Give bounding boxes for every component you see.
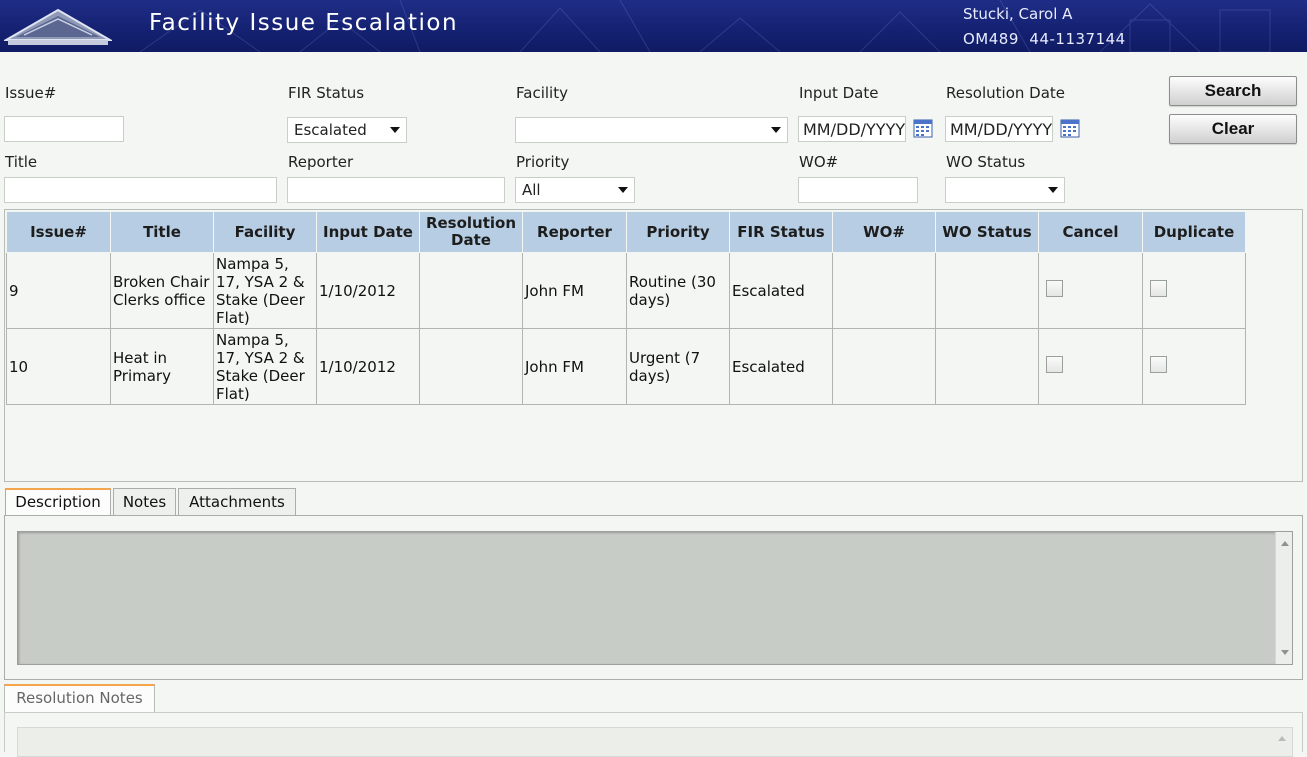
resolution-notes-textarea[interactable] <box>17 727 1293 757</box>
column-header-wo-status[interactable]: WO Status <box>935 211 1039 253</box>
cell-issue: 10 <box>6 328 111 405</box>
cell-fir-status: Escalated <box>729 328 833 405</box>
tab-attachments[interactable]: Attachments <box>178 488 296 517</box>
chevron-down-icon <box>771 127 781 133</box>
input-date-label: Input Date <box>799 84 879 102</box>
cell-wo-number <box>832 252 936 329</box>
wo-status-select[interactable] <box>945 177 1065 203</box>
duplicate-checkbox[interactable] <box>1150 356 1167 373</box>
facility-select[interactable] <box>515 117 788 143</box>
chevron-down-icon <box>618 187 628 193</box>
cell-duplicate <box>1142 328 1246 405</box>
fir-status-select[interactable]: Escalated <box>287 117 407 143</box>
description-textarea[interactable] <box>17 531 1293 665</box>
column-header-input-date[interactable]: Input Date <box>316 211 420 253</box>
tab-notes[interactable]: Notes <box>113 488 176 517</box>
cell-reporter: John FM <box>522 252 627 329</box>
title-label: Title <box>5 153 38 171</box>
cell-wo-status <box>935 328 1039 405</box>
wo-number-label: WO# <box>799 153 839 171</box>
reporter-label: Reporter <box>288 153 354 171</box>
cell-issue: 9 <box>6 252 111 329</box>
table-header-row: Issue# Title Facility Input Date Resolut… <box>6 211 1246 253</box>
scroll-up-icon[interactable] <box>1281 541 1289 546</box>
cell-wo-number <box>832 328 936 405</box>
column-header-wo-number[interactable]: WO# <box>832 211 936 253</box>
temple-roof-logo <box>4 8 112 45</box>
column-header-facility[interactable]: Facility <box>213 211 317 253</box>
column-header-fir-status[interactable]: FIR Status <box>729 211 833 253</box>
cell-priority: Urgent (7 days) <box>626 328 730 405</box>
table-row[interactable]: 9 Broken Chair Clerks office Nampa 5, 17… <box>6 252 1246 329</box>
issue-table: Issue# Title Facility Input Date Resolut… <box>6 211 1246 405</box>
description-panel <box>4 515 1303 680</box>
tab-description[interactable]: Description <box>5 488 111 517</box>
app-header: Facility Issue Escalation Stucki, Carol … <box>0 0 1307 52</box>
scroll-down-icon[interactable] <box>1281 650 1289 655</box>
page-title: Facility Issue Escalation <box>149 10 459 36</box>
priority-label: Priority <box>516 153 570 171</box>
priority-select[interactable]: All <box>515 177 635 203</box>
input-date-field[interactable]: MM/DD/YYYY <box>798 116 906 142</box>
issue-results-grid: Issue# Title Facility Input Date Resolut… <box>4 209 1303 482</box>
facility-label: Facility <box>516 84 568 102</box>
user-name: Stucki, Carol A <box>963 5 1073 23</box>
user-unit-code: OM489 44-1137144 <box>963 30 1126 48</box>
cell-cancel <box>1038 252 1143 329</box>
column-header-title[interactable]: Title <box>110 211 214 253</box>
wo-number-input[interactable] <box>798 177 918 203</box>
resolution-notes-panel <box>4 712 1303 757</box>
table-row[interactable]: 10 Heat in Primary Nampa 5, 17, YSA 2 & … <box>6 328 1246 405</box>
scroll-up-icon[interactable] <box>1278 736 1286 741</box>
cancel-checkbox[interactable] <box>1046 280 1063 297</box>
column-header-issue[interactable]: Issue# <box>6 211 111 253</box>
description-scrollbar[interactable] <box>1275 532 1292 664</box>
issue-number-input[interactable] <box>4 116 124 142</box>
chevron-down-icon <box>390 127 400 133</box>
cell-title: Heat in Primary <box>110 328 214 405</box>
cell-priority: Routine (30 days) <box>626 252 730 329</box>
column-header-resolution-date[interactable]: Resolution Date <box>419 211 523 253</box>
cell-fir-status: Escalated <box>729 252 833 329</box>
title-input[interactable] <box>4 177 277 203</box>
resolution-date-field[interactable]: MM/DD/YYYY <box>945 116 1053 142</box>
duplicate-checkbox[interactable] <box>1150 280 1167 297</box>
calendar-icon[interactable] <box>1060 118 1080 138</box>
cell-input-date: 1/10/2012 <box>316 252 420 329</box>
column-header-priority[interactable]: Priority <box>626 211 730 253</box>
reporter-input[interactable] <box>287 177 505 203</box>
cell-resolution-date <box>419 328 523 405</box>
clear-button[interactable]: Clear <box>1169 114 1297 144</box>
column-header-reporter[interactable]: Reporter <box>522 211 627 253</box>
fir-status-label: FIR Status <box>288 84 365 102</box>
cell-reporter: John FM <box>522 328 627 405</box>
column-header-cancel[interactable]: Cancel <box>1038 211 1143 253</box>
search-button[interactable]: Search <box>1169 76 1297 106</box>
column-header-duplicate[interactable]: Duplicate <box>1142 211 1246 253</box>
cancel-checkbox[interactable] <box>1046 356 1063 373</box>
cell-facility: Nampa 5, 17, YSA 2 & Stake (Deer Flat) <box>213 252 317 329</box>
cell-title: Broken Chair Clerks office <box>110 252 214 329</box>
cell-resolution-date <box>419 252 523 329</box>
cell-duplicate <box>1142 252 1246 329</box>
cell-cancel <box>1038 328 1143 405</box>
issue-number-label: Issue# <box>5 84 57 102</box>
calendar-icon[interactable] <box>913 118 933 138</box>
cell-facility: Nampa 5, 17, YSA 2 & Stake (Deer Flat) <box>213 328 317 405</box>
cell-wo-status <box>935 252 1039 329</box>
cell-input-date: 1/10/2012 <box>316 328 420 405</box>
priority-value: All <box>522 181 541 199</box>
wo-status-label: WO Status <box>946 153 1026 171</box>
tab-resolution-notes[interactable]: Resolution Notes <box>4 684 155 713</box>
resolution-date-label: Resolution Date <box>946 84 1065 102</box>
chevron-down-icon <box>1048 187 1058 193</box>
fir-status-value: Escalated <box>294 121 367 139</box>
